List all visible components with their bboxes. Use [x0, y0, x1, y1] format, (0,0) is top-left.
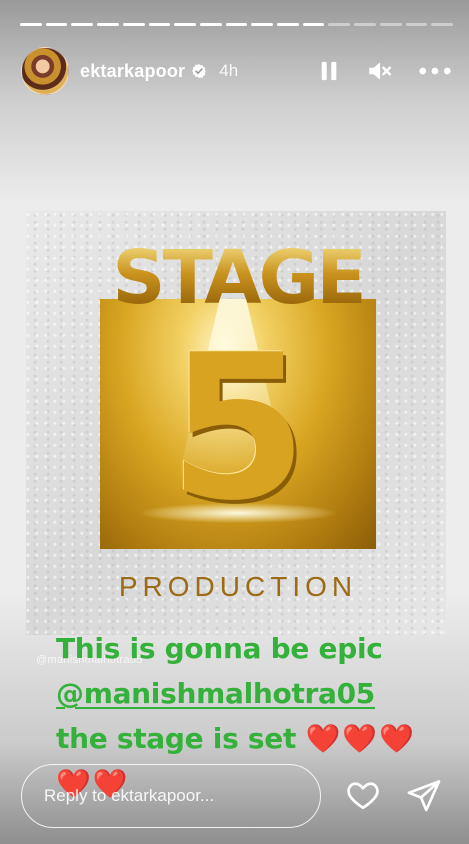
send-paper-plane-icon	[407, 780, 441, 812]
progress-segment	[97, 23, 119, 26]
profile-avatar[interactable]	[21, 47, 69, 95]
poster-number: 5	[168, 312, 308, 545]
username[interactable]: ektarkapoor	[80, 61, 185, 82]
progress-segment	[277, 23, 299, 26]
progress-segment	[20, 23, 42, 26]
poster-subtitle: PRODUCTION	[118, 571, 358, 602]
progress-segment	[328, 23, 351, 26]
caption-line-3: the stage is set	[56, 722, 297, 755]
progress-segment	[225, 23, 248, 26]
mute-button[interactable]	[365, 57, 393, 85]
progress-segment	[302, 23, 325, 26]
progress-segment	[45, 23, 68, 26]
pause-icon	[321, 61, 337, 81]
progress-segment	[379, 23, 402, 26]
more-options-button[interactable]	[415, 57, 455, 85]
more-dots-icon	[419, 67, 451, 75]
progress-segment	[122, 23, 145, 26]
progress-segment	[148, 23, 171, 26]
progress-segment	[174, 23, 196, 26]
caption-mention-link[interactable]: @manishmalhotra05	[56, 677, 375, 710]
progress-segment	[431, 23, 453, 26]
progress-segment	[354, 23, 376, 26]
post-time: 4h	[219, 61, 239, 80]
story-progress-bar	[20, 23, 453, 26]
like-button[interactable]	[344, 777, 382, 813]
poster-title-stage: STAGE	[100, 241, 376, 315]
progress-segment	[71, 23, 94, 26]
heart-outline-icon	[347, 782, 379, 810]
story-poster-image: STAGE 5 PRODUCTION	[26, 211, 446, 635]
verified-badge-icon	[191, 63, 207, 79]
caption-line-1: This is gonna be epic	[56, 632, 383, 665]
story-header: ektarkapoor 4h	[21, 47, 455, 95]
progress-segment	[405, 23, 428, 26]
pause-button[interactable]	[315, 57, 343, 85]
send-button[interactable]	[405, 777, 443, 813]
progress-segment	[199, 23, 222, 26]
hearts-emoji-row-1: ❤️❤️❤️	[305, 722, 417, 755]
muted-speaker-icon	[369, 62, 392, 80]
progress-segment	[251, 23, 274, 26]
reply-input[interactable]	[21, 764, 321, 828]
